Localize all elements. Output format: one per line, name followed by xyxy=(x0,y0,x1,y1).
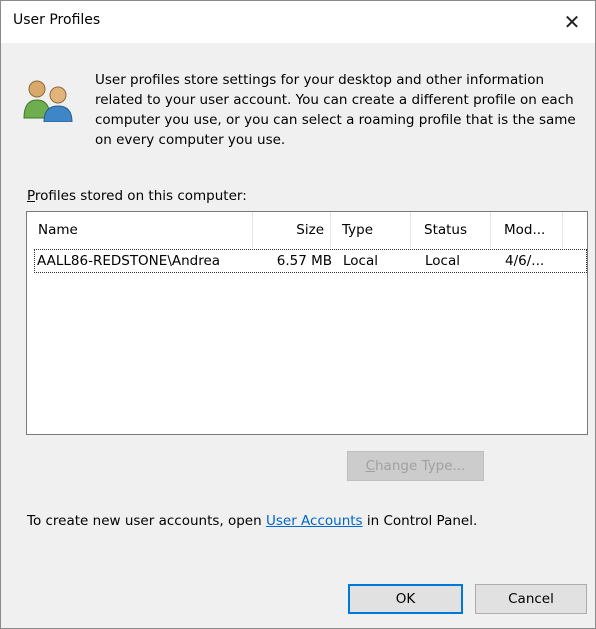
close-button[interactable]: ✕ xyxy=(549,1,595,43)
column-name[interactable]: Name xyxy=(27,212,253,248)
column-modified[interactable]: Mod... xyxy=(491,212,563,248)
profiles-group-label: Profiles stored on this computer: xyxy=(27,188,247,204)
column-status[interactable]: Status xyxy=(411,212,491,248)
close-icon: ✕ xyxy=(563,10,581,34)
list-header: Name Size Type Status Mod... xyxy=(27,212,587,248)
user-profiles-dialog: User Profiles ✕ User profiles store sett… xyxy=(0,0,596,629)
column-size[interactable]: Size xyxy=(253,212,331,248)
intro-text: User profiles store settings for your de… xyxy=(95,72,576,148)
profiles-list[interactable]: Name Size Type Status Mod... AALL86-REDS… xyxy=(26,211,588,435)
change-type-button[interactable]: Change Type... xyxy=(347,451,484,481)
users-icon xyxy=(23,80,73,122)
user-accounts-link[interactable]: User Accounts xyxy=(266,513,363,529)
row-size: 6.57 MB xyxy=(276,253,332,269)
footnote: To create new user accounts, open User A… xyxy=(27,513,478,529)
profile-row[interactable]: AALL86-REDSTONE\Andrea 6.57 MB Local Loc… xyxy=(34,249,587,273)
cancel-button[interactable]: Cancel xyxy=(475,584,587,614)
title-bar: User Profiles ✕ xyxy=(1,1,595,43)
window-title: User Profiles xyxy=(13,12,101,28)
row-modified: 4/6/... xyxy=(505,253,545,269)
row-status: Local xyxy=(425,253,460,269)
column-type[interactable]: Type xyxy=(331,212,411,248)
row-type: Local xyxy=(343,253,378,269)
ok-button[interactable]: OK xyxy=(348,584,463,614)
row-name: AALL86-REDSTONE\Andrea xyxy=(37,253,221,269)
